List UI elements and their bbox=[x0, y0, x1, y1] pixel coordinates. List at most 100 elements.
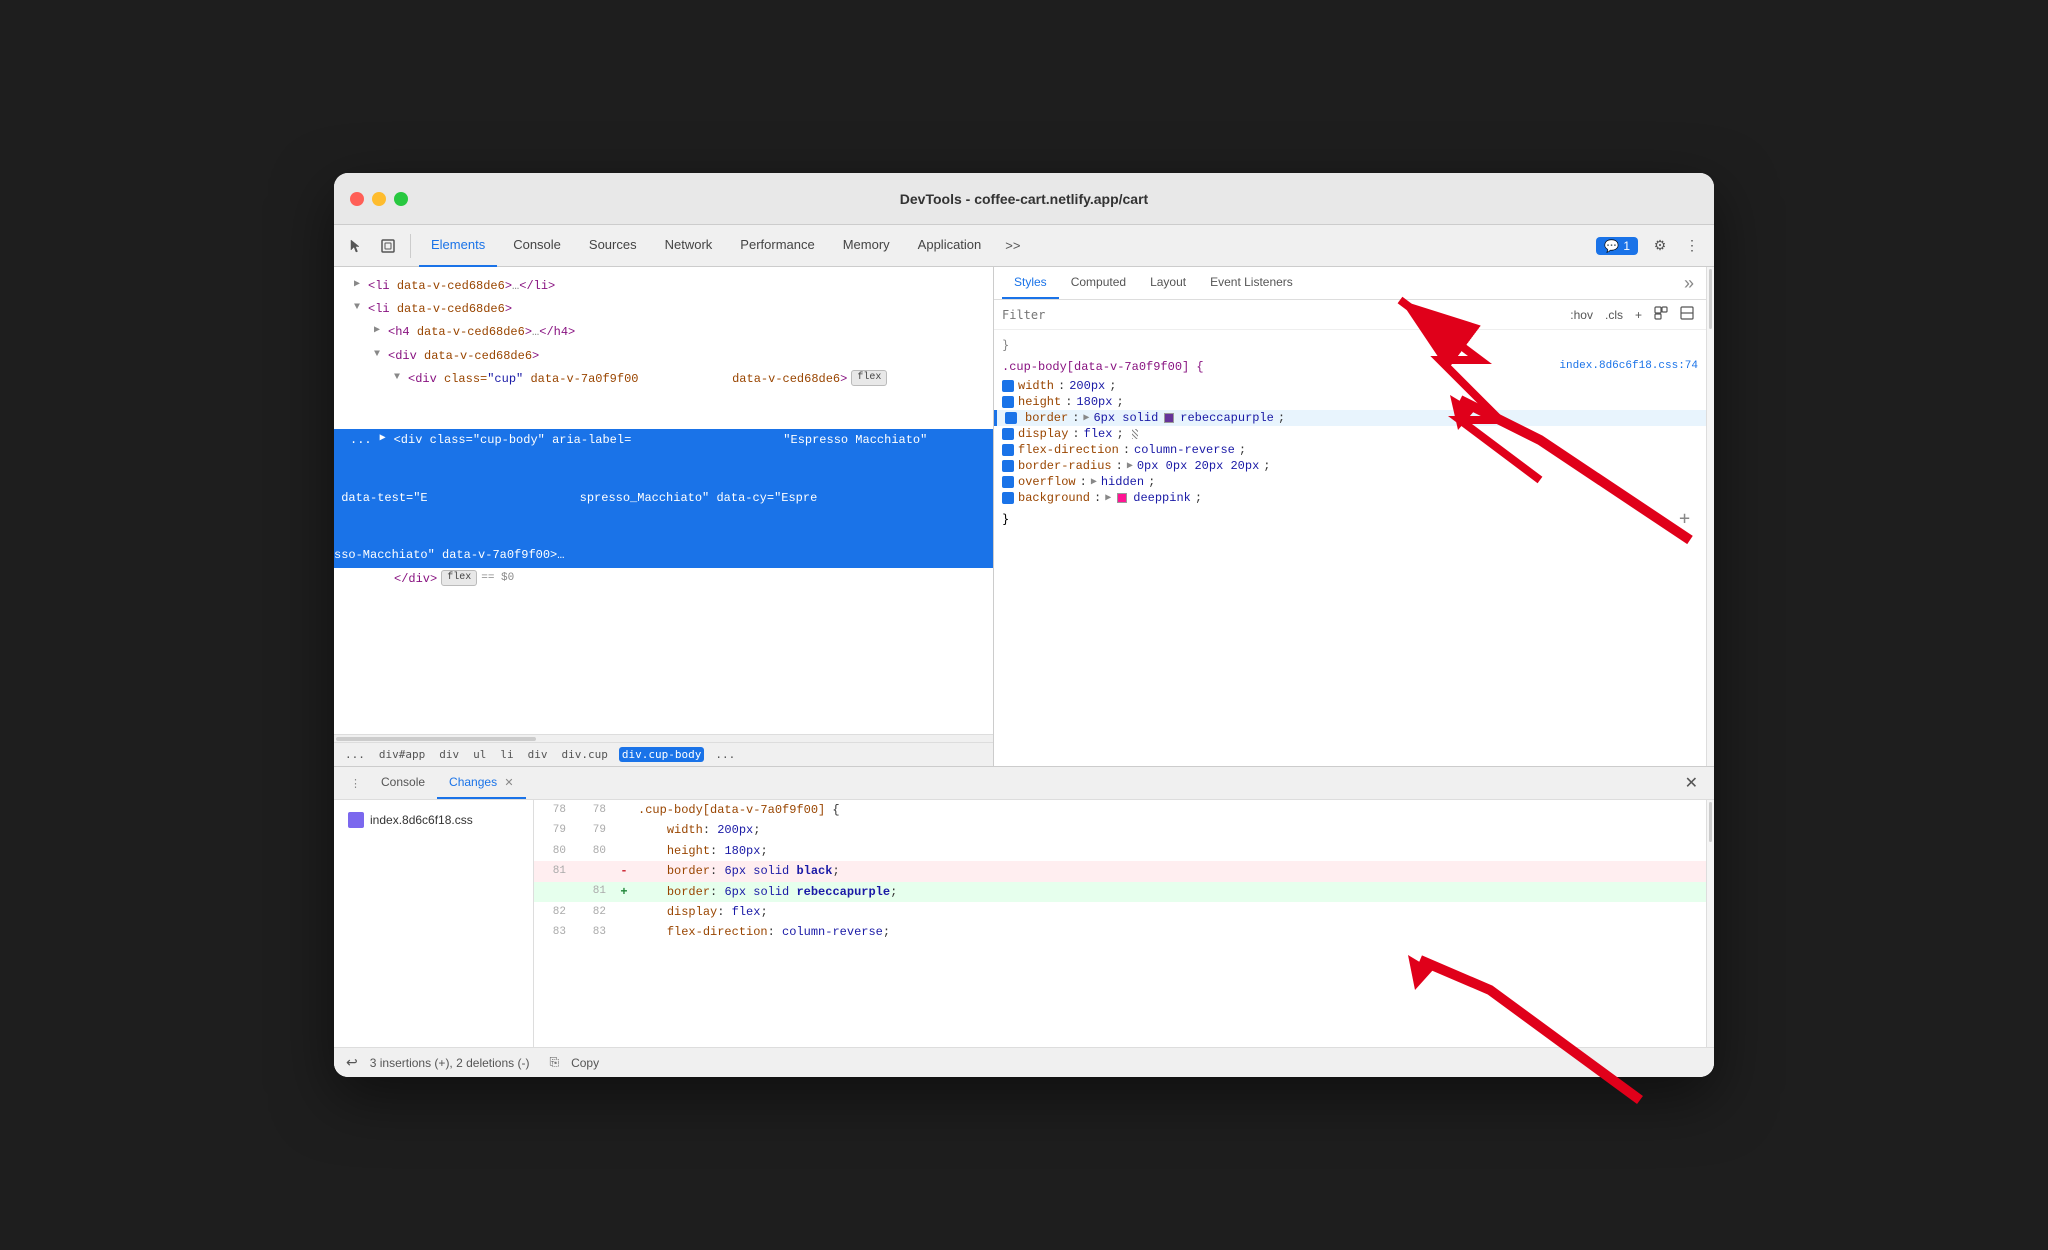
prop-checkbox-border-radius[interactable] bbox=[1002, 460, 1014, 472]
breadcrumb-div-cup[interactable]: div.cup bbox=[558, 747, 610, 762]
tab-event-listeners[interactable]: Event Listeners bbox=[1198, 267, 1305, 299]
filter-input[interactable] bbox=[1002, 308, 1562, 322]
elem-arrow[interactable]: ▼ bbox=[354, 300, 368, 316]
bottom-menu-icon[interactable]: ⋮ bbox=[342, 773, 369, 794]
bottom-tabs: ⋮ Console Changes ✕ ✕ bbox=[334, 767, 1714, 800]
inspector-icon[interactable] bbox=[374, 232, 402, 260]
tab-elements[interactable]: Elements bbox=[419, 225, 497, 267]
undo-icon[interactable]: ↩ bbox=[346, 1054, 358, 1071]
breadcrumb-li[interactable]: li bbox=[497, 747, 516, 762]
maximize-button[interactable] bbox=[394, 192, 408, 206]
elem-arrow[interactable]: ▶ bbox=[374, 323, 388, 339]
elem-line-cup-body[interactable]: ... ▶ <div class="cup-body" aria-label= … bbox=[334, 429, 993, 567]
tab-application[interactable]: Application bbox=[906, 225, 994, 267]
prop-checkbox-flex-dir[interactable] bbox=[1002, 444, 1014, 456]
close-button[interactable] bbox=[350, 192, 364, 206]
style-rule-header: .cup-body[data-v-7a0f9f00] { index.8d6c6… bbox=[994, 356, 1706, 378]
styles-content: } .cup-body[data-v-7a0f9f00] { index.8d6… bbox=[994, 330, 1706, 766]
prop-checkbox-overflow[interactable] bbox=[1002, 476, 1014, 488]
css-file-icon bbox=[348, 812, 364, 828]
tab-console[interactable]: Console bbox=[501, 225, 573, 267]
elem-line-div1[interactable]: ▼ <div data-v-ced68de6 > bbox=[334, 345, 993, 368]
breadcrumb-dots[interactable]: ... bbox=[342, 747, 368, 762]
diff-line-81-removed: 81 - border: 6px solid black; bbox=[534, 861, 1706, 881]
file-name: index.8d6c6f18.css bbox=[370, 813, 473, 827]
minimize-button[interactable] bbox=[372, 192, 386, 206]
close-bottom-panel[interactable]: ✕ bbox=[1677, 769, 1706, 797]
tab-console[interactable]: Console bbox=[369, 767, 437, 799]
breadcrumb-div-app[interactable]: div#app bbox=[376, 747, 428, 762]
breadcrumb-ul[interactable]: ul bbox=[470, 747, 489, 762]
add-style-icon[interactable]: + bbox=[1631, 306, 1646, 324]
prop-checkbox-border[interactable] bbox=[1005, 412, 1017, 424]
diff-line-83: 83 83 flex-direction: column-reverse; bbox=[534, 922, 1706, 942]
tab-memory[interactable]: Memory bbox=[831, 225, 902, 267]
hov-button[interactable]: :hov bbox=[1566, 306, 1597, 324]
flex-badge: flex bbox=[851, 370, 887, 386]
diff-line-81-added: 81 + border: 6px solid rebeccapurple; bbox=[534, 882, 1706, 902]
color-swatch-rebeccapurple[interactable] bbox=[1164, 413, 1174, 423]
tab-layout[interactable]: Layout bbox=[1138, 267, 1198, 299]
diff-line-82: 82 82 display: flex; bbox=[534, 902, 1706, 922]
cls-button[interactable]: .cls bbox=[1601, 306, 1627, 324]
scrollbar-thumb[interactable] bbox=[1709, 269, 1712, 329]
devtools-window: DevTools - coffee-cart.netlify.app/cart … bbox=[334, 173, 1714, 1077]
traffic-lights bbox=[350, 192, 408, 206]
more-tabs-button[interactable]: >> bbox=[997, 225, 1028, 267]
changes-file-css[interactable]: index.8d6c6f18.css bbox=[342, 808, 525, 832]
elements-content[interactable]: ▶ <li data-v-ced68de6 > … </li> ▼ <li da… bbox=[334, 267, 993, 734]
flex-indicator bbox=[1132, 429, 1138, 439]
breadcrumb-more[interactable]: ... bbox=[712, 747, 738, 762]
style-prop-flex-direction: flex-direction : column-reverse ; bbox=[994, 442, 1706, 458]
color-swatch-deeppink[interactable] bbox=[1117, 493, 1127, 503]
breadcrumb-div[interactable]: div bbox=[436, 747, 462, 762]
diff-scrollbar-thumb[interactable] bbox=[1709, 802, 1712, 842]
style-source[interactable]: index.8d6c6f18.css:74 bbox=[1559, 360, 1698, 374]
tab-network[interactable]: Network bbox=[653, 225, 725, 267]
elem-line-h4[interactable]: ▶ <h4 data-v-ced68de6 > … </h4> bbox=[334, 321, 993, 344]
breadcrumb-bar: ... div#app div ul li div div.cup div.cu… bbox=[334, 742, 993, 766]
dock-icon[interactable] bbox=[1676, 304, 1698, 325]
styles-more-tabs[interactable]: » bbox=[1680, 273, 1698, 294]
breadcrumb-div-cup-body[interactable]: div.cup-body bbox=[619, 747, 704, 762]
add-property-button[interactable]: + bbox=[1671, 508, 1698, 529]
copy-label[interactable]: Copy bbox=[571, 1056, 599, 1070]
tab-computed[interactable]: Computed bbox=[1059, 267, 1138, 299]
styles-toolbar: :hov .cls + bbox=[994, 300, 1706, 330]
kebab-menu-icon[interactable]: ⋮ bbox=[1678, 232, 1706, 260]
elem-arrow[interactable]: ▶ bbox=[354, 277, 368, 293]
chat-badge[interactable]: 💬 1 bbox=[1596, 237, 1638, 255]
elem-arrow[interactable]: ▼ bbox=[394, 370, 408, 386]
elem-line-div-cup[interactable]: ▼ <div class="cup" data-v-7a0f9f00 data-… bbox=[334, 368, 993, 430]
chat-icon: 💬 bbox=[1604, 239, 1619, 253]
bottom-panel: ⋮ Console Changes ✕ ✕ index.8d6c6f18.css bbox=[334, 767, 1714, 1077]
elem-arrow[interactable]: ▶ bbox=[380, 431, 394, 447]
close-changes-tab[interactable]: ✕ bbox=[504, 777, 513, 789]
elem-line-close-div[interactable]: </div> flex == $0 bbox=[334, 568, 993, 591]
prop-checkbox-width[interactable] bbox=[1002, 380, 1014, 392]
breadcrumb-div2[interactable]: div bbox=[525, 747, 551, 762]
diff-scrollbar[interactable] bbox=[1706, 800, 1714, 1047]
scrollbar-area[interactable] bbox=[1706, 267, 1714, 766]
inspector-toggle-icon[interactable] bbox=[1650, 304, 1672, 325]
tab-performance[interactable]: Performance bbox=[728, 225, 826, 267]
prop-checkbox-display[interactable] bbox=[1002, 428, 1014, 440]
copy-icon-bottom[interactable]: ⎘ bbox=[549, 1055, 559, 1070]
window-title: DevTools - coffee-cart.netlify.app/cart bbox=[900, 191, 1148, 207]
tab-changes[interactable]: Changes ✕ bbox=[437, 767, 526, 799]
toolbar-divider bbox=[410, 234, 411, 258]
style-prop-overflow: overflow : ▶ hidden ; bbox=[994, 474, 1706, 490]
tab-sources[interactable]: Sources bbox=[577, 225, 649, 267]
devtools-toolbar: Elements Console Sources Network Perform… bbox=[334, 225, 1714, 267]
tab-styles[interactable]: Styles bbox=[1002, 267, 1059, 299]
style-prop-height: height : 180px ; bbox=[994, 394, 1706, 410]
elem-line-li2[interactable]: ▼ <li data-v-ced68de6 > bbox=[334, 298, 993, 321]
prop-checkbox-height[interactable] bbox=[1002, 396, 1014, 408]
styles-panel: Styles Computed Layout Event Listeners »… bbox=[994, 267, 1706, 766]
prop-checkbox-background[interactable] bbox=[1002, 492, 1014, 504]
style-selector: .cup-body[data-v-7a0f9f00] { bbox=[1002, 360, 1204, 374]
elem-arrow[interactable]: ▼ bbox=[374, 347, 388, 363]
elem-line-li1[interactable]: ▶ <li data-v-ced68de6 > … </li> bbox=[334, 275, 993, 298]
gear-icon[interactable]: ⚙ bbox=[1646, 232, 1674, 260]
cursor-icon[interactable] bbox=[342, 232, 370, 260]
